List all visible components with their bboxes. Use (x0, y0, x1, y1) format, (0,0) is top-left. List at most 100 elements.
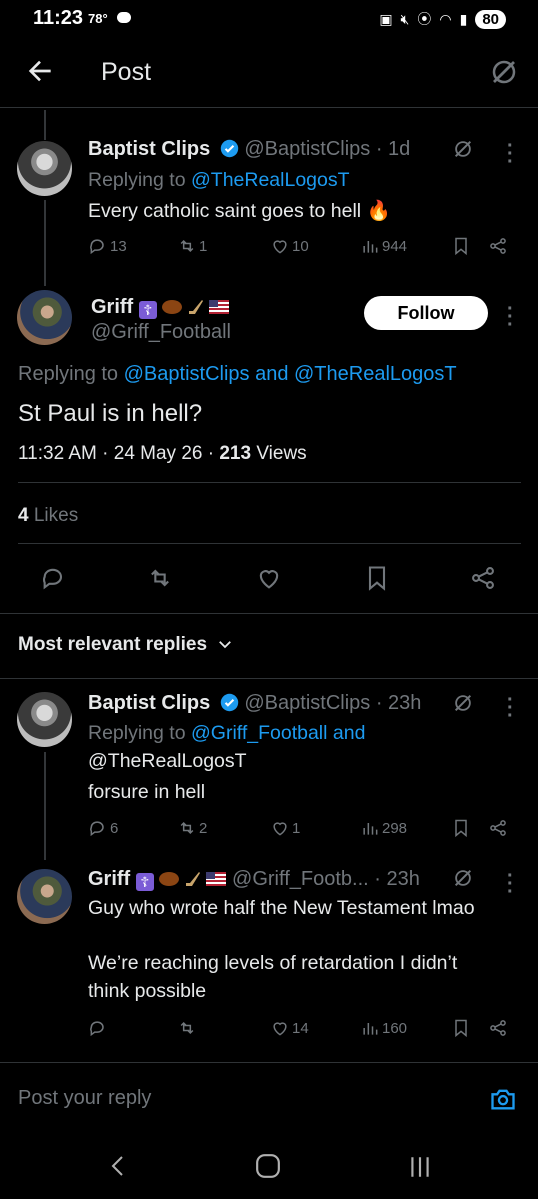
grok-icon[interactable] (489, 57, 519, 87)
reply-count: 13 (110, 237, 127, 255)
replying-to-line: Replying to @Griff_Football and (88, 719, 365, 747)
share-button[interactable] (488, 1018, 508, 1038)
divider (18, 543, 521, 544)
tweet-text-line: Guy who wrote half the New Testament lma… (88, 897, 475, 919)
mention-link[interactable]: @Griff_Football and (191, 722, 365, 744)
views-count: 213 (219, 443, 252, 464)
like-count: 10 (292, 237, 309, 255)
verified-badge-icon (220, 139, 239, 158)
football-emoji (159, 872, 180, 886)
status-time: 11:23 (33, 7, 84, 29)
reply-button[interactable] (88, 1018, 110, 1038)
mute-icon: 🔇︎ (400, 10, 410, 27)
tweet-time: · 23h (374, 868, 420, 890)
reply-input[interactable]: Post your reply (18, 1087, 151, 1110)
nav-back-icon[interactable] (106, 1152, 130, 1180)
like-count: 1 (292, 819, 301, 837)
divider (0, 678, 538, 679)
main-tweet-text: St Paul is in hell? (18, 400, 203, 427)
camera-icon[interactable] (488, 1085, 518, 1113)
like-button[interactable]: 14 (270, 1018, 309, 1038)
mention-link[interactable]: @BaptistClips and @TheRealLogosT (124, 363, 457, 385)
avatar[interactable] (17, 869, 72, 924)
bookmark-button[interactable] (451, 1018, 471, 1038)
views-button[interactable]: 298 (360, 818, 407, 838)
mention-link[interactable]: @TheRealLogosT (191, 169, 350, 191)
back-arrow-icon[interactable] (24, 55, 56, 87)
location-icon: ⦿ (417, 11, 432, 27)
grok-icon[interactable] (452, 138, 474, 160)
bookmark-icon[interactable] (363, 564, 391, 592)
more-options-icon[interactable]: · · · (507, 136, 514, 172)
more-options-icon[interactable]: · · · (507, 866, 514, 902)
mention-link[interactable]: @TheRealLogosT (88, 747, 247, 775)
author-handle[interactable]: @Griff_Football (91, 321, 231, 344)
author-name[interactable]: Griff (91, 296, 133, 318)
likes-summary[interactable]: 4 Likes (18, 502, 78, 530)
bookmark-button[interactable] (451, 818, 471, 838)
reply-icon (90, 239, 104, 255)
grok-icon[interactable] (452, 867, 474, 889)
hockey-emoji (185, 872, 200, 886)
follow-button[interactable]: Follow (364, 296, 488, 330)
like-count: 14 (292, 1019, 309, 1037)
share-icon (490, 238, 506, 254)
bookmark-icon (455, 1019, 467, 1038)
heart-icon (273, 1022, 287, 1036)
share-button[interactable] (488, 236, 508, 256)
reply-count: 6 (110, 819, 119, 837)
like-button[interactable]: 1 (270, 818, 300, 838)
share-icon[interactable] (469, 564, 497, 592)
views-button[interactable]: 160 (360, 1018, 407, 1038)
reply-icon[interactable] (40, 564, 68, 592)
share-icon (490, 820, 506, 836)
us-flag-emoji (209, 300, 230, 314)
timestamp-text: 11:32 AM · 24 May 26 · (18, 443, 215, 464)
avatar[interactable] (17, 141, 72, 196)
reply-composer[interactable]: Post your reply (0, 1062, 538, 1126)
tweet-time: · 23h (375, 692, 422, 714)
heart-icon[interactable] (254, 564, 284, 592)
tweet-text-line: We’re reaching levels of retardation I d… (88, 952, 458, 974)
sort-label: Most relevant replies (18, 634, 208, 655)
author-name[interactable]: Griff (88, 868, 130, 890)
nav-recents-icon[interactable] (407, 1154, 433, 1180)
repost-icon[interactable] (145, 564, 175, 592)
avatar[interactable] (17, 692, 72, 747)
more-options-icon[interactable]: · · · (507, 690, 514, 726)
football-emoji (162, 300, 183, 314)
tweet-author-row: Baptist Clips @BaptistClips · 23h (88, 692, 421, 715)
repost-icon (180, 821, 194, 835)
bookmark-button[interactable] (451, 236, 471, 256)
page-title: Post (101, 58, 152, 86)
like-button[interactable]: 10 (270, 236, 309, 256)
author-name[interactable]: Baptist Clips (88, 138, 210, 160)
sort-replies-dropdown[interactable]: Most relevant replies (18, 634, 234, 656)
orthodox-cross-emoji: ☦ (138, 301, 157, 319)
repost-button[interactable]: 1 (177, 236, 207, 256)
repost-icon (180, 1021, 194, 1035)
views-button[interactable]: 944 (360, 236, 407, 256)
likes-label: Likes (33, 505, 79, 526)
author-name[interactable]: Baptist Clips (88, 692, 210, 714)
author-handle[interactable]: @Griff_Footb... (232, 868, 369, 890)
repost-button[interactable] (177, 1018, 199, 1038)
avatar[interactable] (17, 290, 72, 345)
reply-button[interactable]: 6 (88, 818, 118, 838)
author-handle[interactable]: @BaptistClips (244, 138, 370, 160)
views-icon (363, 1023, 378, 1035)
thread-line (44, 752, 46, 860)
repost-count: 1 (199, 237, 208, 255)
tweet-timestamp: 11:32 AM · 24 May 26 · 213 Views (18, 440, 307, 468)
author-handle[interactable]: @BaptistClips (244, 692, 370, 714)
system-nav-bar (0, 1126, 538, 1199)
share-button[interactable] (488, 818, 508, 838)
reply-button[interactable]: 13 (88, 236, 127, 256)
more-options-icon[interactable]: · · · (507, 299, 514, 335)
repost-button[interactable]: 2 (177, 818, 207, 838)
verified-badge-icon (220, 693, 239, 712)
replying-prefix: Replying to (88, 722, 186, 744)
grok-icon[interactable] (452, 692, 474, 714)
nav-home-icon[interactable] (255, 1153, 281, 1179)
heart-icon (273, 822, 287, 836)
